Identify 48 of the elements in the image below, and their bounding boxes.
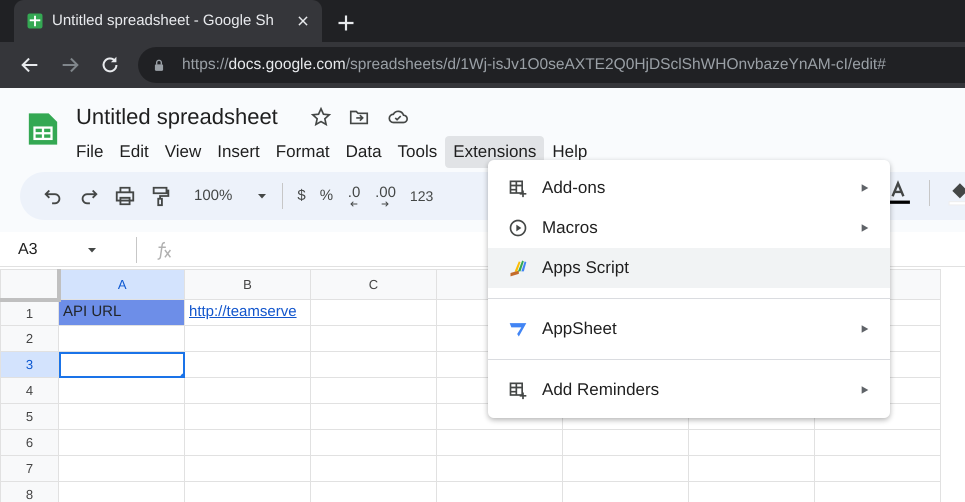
table-cell[interactable]: API URL — [58, 300, 184, 326]
menu-item[interactable]: Format — [268, 136, 338, 168]
number-format-button[interactable]: 123 — [404, 182, 440, 210]
row-header[interactable]: 6 — [0, 430, 58, 456]
name-box[interactable]: A3 — [18, 238, 128, 262]
table-plus-icon — [508, 380, 528, 400]
column-header[interactable]: B — [184, 270, 310, 300]
row-header[interactable]: 4 — [0, 378, 58, 404]
pencils-icon — [508, 258, 528, 278]
active-cell[interactable] — [58, 352, 184, 378]
row-header[interactable]: 8 — [0, 482, 58, 502]
document-title[interactable]: Untitled spreadsheet — [76, 106, 278, 128]
url-text: https://docs.google.com/spreadsheets/d/1Wj-isJv1O0seAXTE2Q0HjDSclShWHOnvbazeYnAM-cI/edit# — [182, 55, 886, 76]
row-header[interactable]: 7 — [0, 456, 58, 482]
star-icon[interactable] — [310, 106, 332, 128]
currency-format-button[interactable]: $ — [291, 180, 312, 212]
table-plus-icon — [508, 178, 528, 198]
menu-item[interactable]: View — [156, 136, 210, 168]
menu-item[interactable]: File — [68, 136, 112, 168]
tab-title: Untitled spreadsheet - Google Sh — [52, 10, 275, 31]
row-header[interactable]: 5 — [0, 404, 58, 430]
menu-item[interactable]: Insert — [209, 136, 268, 168]
menu-item[interactable]: Apps Script — [488, 248, 890, 288]
row-header[interactable]: 2 — [0, 326, 58, 352]
paint-format-icon — [150, 185, 172, 207]
menu-item[interactable]: Macros — [488, 208, 890, 248]
column-header[interactable]: C — [310, 270, 436, 300]
decrease-decimal-button[interactable]: .0 — [341, 180, 368, 212]
close-icon[interactable] — [296, 14, 310, 28]
menu-item[interactable]: Add Reminders — [488, 370, 890, 410]
menu-item[interactable]: AppSheet — [488, 309, 890, 349]
percent-format-button[interactable]: % — [314, 180, 340, 212]
print-icon — [114, 185, 136, 207]
menu-item[interactable]: Add-ons — [488, 168, 890, 208]
zoom-dropdown[interactable]: 100% — [188, 180, 274, 212]
lock-icon — [152, 58, 166, 72]
menu-item[interactable]: Data — [338, 136, 390, 168]
browser-tab[interactable]: Untitled spreadsheet - Google Sh — [14, 0, 322, 42]
column-header[interactable]: A — [58, 270, 184, 300]
sheets-favicon-icon — [26, 12, 44, 30]
row-header[interactable]: 3 — [0, 352, 58, 378]
menu-item[interactable]: Edit — [111, 136, 157, 168]
menu-item[interactable]: Help — [544, 136, 596, 168]
increase-decimal-button[interactable]: .00 — [369, 180, 402, 212]
plus-icon — [336, 13, 356, 34]
menu-item[interactable]: Tools — [390, 136, 446, 168]
play-circle-icon — [508, 218, 528, 238]
address-bar[interactable]: https://docs.google.com/spreadsheets/d/1Wj-isJv1O0seAXTE2Q0HjDSclShWHOnvbazeYnAM-cI/edit# — [138, 47, 965, 83]
